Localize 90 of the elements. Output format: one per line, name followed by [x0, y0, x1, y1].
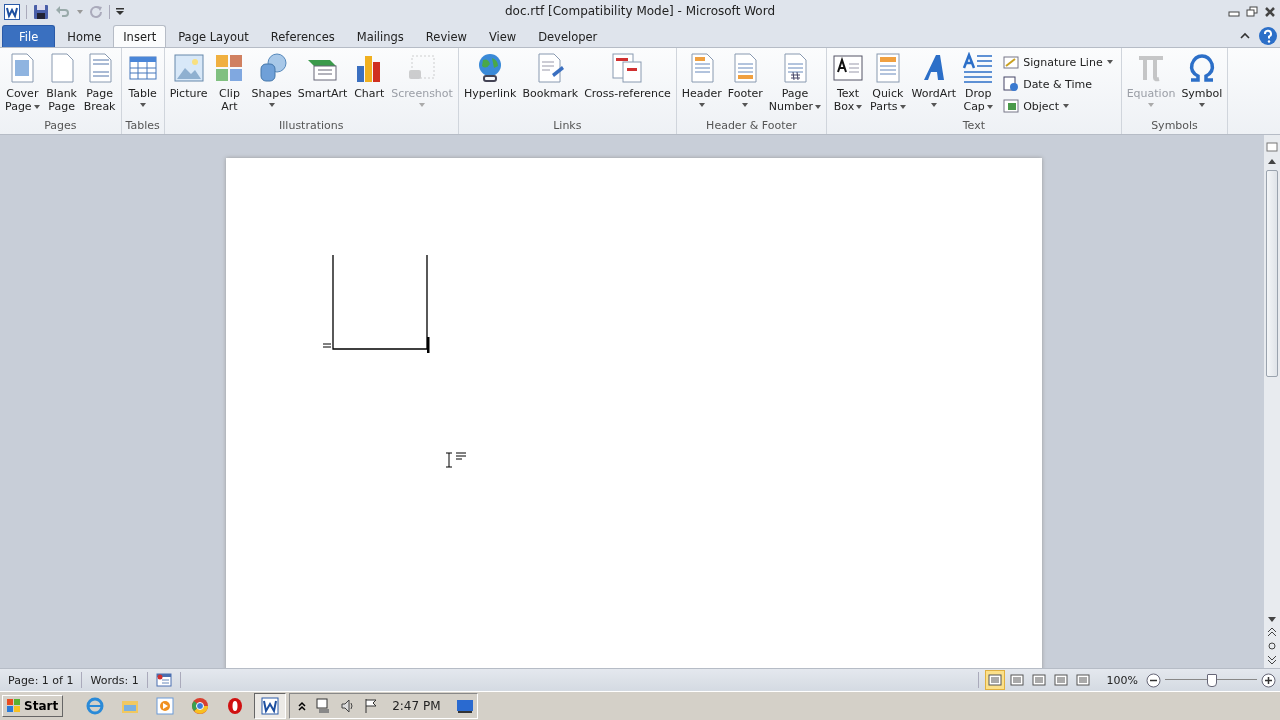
- caret-icon: [419, 103, 426, 107]
- ribbon-tab[interactable]: Home: [57, 25, 112, 47]
- ribbon-tab[interactable]: Page Layout: [168, 25, 259, 47]
- group-label: Header & Footer: [705, 119, 798, 134]
- file-tab[interactable]: File: [2, 25, 56, 47]
- caret-icon: [698, 103, 705, 107]
- paragraph-align-icon: [456, 452, 466, 460]
- caret-icon: [742, 103, 749, 107]
- vertical-scrollbar[interactable]: [1264, 135, 1280, 668]
- ribbon-button[interactable]: Bookmark: [519, 52, 582, 118]
- caret-icon: [33, 104, 40, 109]
- caret-icon: [986, 104, 993, 109]
- ribbon-button[interactable]: Symbol: [1178, 52, 1226, 118]
- caret-icon: [930, 103, 937, 107]
- clock[interactable]: 2:47 PM: [392, 699, 441, 713]
- show-hidden-icon[interactable]: [298, 701, 307, 711]
- zoom-out-icon[interactable]: [1146, 672, 1161, 688]
- ribbon-button[interactable]: Header: [678, 52, 725, 118]
- browse-object-icon[interactable]: [1268, 642, 1276, 650]
- group-label: Symbols: [1150, 119, 1199, 134]
- text-box-icon: [832, 52, 865, 84]
- ribbon-button[interactable]: Object: [1001, 96, 1115, 116]
- group-label: Pages: [43, 119, 78, 134]
- collapse-ribbon-icon[interactable]: [1240, 32, 1250, 39]
- caret-icon: [856, 104, 863, 109]
- ribbon-button[interactable]: Footer: [724, 52, 766, 118]
- signature-icon: [1003, 54, 1020, 70]
- window-title: doc.rtf [Compatibility Mode] - Microsoft Word: [505, 4, 775, 18]
- show-desktop-icon[interactable]: [456, 699, 473, 713]
- caret-icon: [1063, 104, 1069, 108]
- group-label: Tables: [124, 119, 161, 134]
- zoom-level[interactable]: 100%: [1106, 673, 1138, 687]
- page-count[interactable]: Page: 1 of 1: [0, 672, 83, 688]
- ribbon-button[interactable]: Picture: [166, 52, 211, 118]
- flag-icon[interactable]: [364, 698, 379, 714]
- caret-icon: [1148, 103, 1154, 107]
- save-icon[interactable]: [33, 4, 49, 20]
- ribbon-tab[interactable]: View: [478, 25, 527, 47]
- zoom-slider[interactable]: [1165, 673, 1257, 687]
- ribbon-button[interactable]: Quick Parts: [867, 52, 909, 118]
- caret-icon: [1106, 60, 1113, 64]
- caret-icon: [1198, 103, 1205, 107]
- scroll-thumb[interactable]: [1266, 170, 1278, 377]
- zoom-in-icon[interactable]: [1261, 672, 1276, 688]
- group-label: Text: [961, 119, 986, 134]
- start-button[interactable]: Start: [2, 695, 64, 717]
- ribbon-button[interactable]: Cover Page: [2, 52, 43, 118]
- ribbon-button[interactable]: Signature Line: [1001, 52, 1115, 72]
- ribbon-tab[interactable]: Insert: [113, 25, 167, 47]
- ribbon-button[interactable]: WordArt: [908, 52, 960, 118]
- ribbon-tab[interactable]: References: [260, 25, 345, 47]
- proofing-icon[interactable]: [155, 673, 172, 687]
- ribbon-button[interactable]: Page Number: [765, 52, 825, 118]
- ribbon-button[interactable]: Table: [123, 52, 162, 118]
- next-page-icon[interactable]: [1268, 656, 1276, 664]
- group-label: Illustrations: [278, 119, 345, 134]
- restore-icon[interactable]: [1246, 6, 1258, 18]
- customize-icon[interactable]: [116, 8, 124, 16]
- ribbon-button[interactable]: Blank Page: [42, 52, 81, 118]
- ribbon-button[interactable]: Shapes: [248, 52, 295, 118]
- caret-icon: [139, 103, 146, 107]
- ribbon-tab[interactable]: Review: [415, 25, 477, 47]
- previous-page-icon[interactable]: [1268, 628, 1276, 636]
- ribbon-tab[interactable]: Mailings: [346, 25, 414, 47]
- scroll-up-icon[interactable]: [1268, 159, 1276, 164]
- ribbon-button[interactable]: Cross-reference: [581, 52, 674, 118]
- picture-icon: [172, 52, 205, 84]
- scroll-down-icon[interactable]: [1268, 617, 1276, 622]
- caret-icon: [815, 104, 822, 109]
- object-icon: [1003, 98, 1020, 114]
- caret-icon: [268, 103, 275, 107]
- close-icon[interactable]: [1264, 6, 1276, 18]
- ribbon-button[interactable]: Date & Time: [1001, 74, 1115, 94]
- text-cursor-icon: [445, 452, 453, 468]
- group-label: Links: [552, 119, 583, 134]
- ribbon-tab[interactable]: Developer: [528, 25, 608, 47]
- calendar-icon: [1003, 76, 1020, 92]
- ribbon-button[interactable]: SmartArt: [294, 52, 351, 118]
- ribbon-button[interactable]: Text Box: [829, 52, 868, 118]
- caret-icon: [899, 104, 906, 109]
- ribbon-button[interactable]: Page Break: [80, 52, 119, 118]
- ribbon-button[interactable]: Chart: [350, 52, 389, 118]
- drop-cap-icon: [962, 52, 995, 84]
- cross-reference-icon: [611, 52, 644, 84]
- ribbon-button[interactable]: Drop Cap: [959, 52, 998, 118]
- ruler-icon[interactable]: [1266, 141, 1278, 153]
- help-icon[interactable]: [1258, 25, 1278, 46]
- ribbon-button[interactable]: Clip Art: [210, 52, 249, 118]
- ribbon-button[interactable]: Hyperlink: [460, 52, 520, 118]
- word-count[interactable]: Words: 1: [82, 672, 148, 688]
